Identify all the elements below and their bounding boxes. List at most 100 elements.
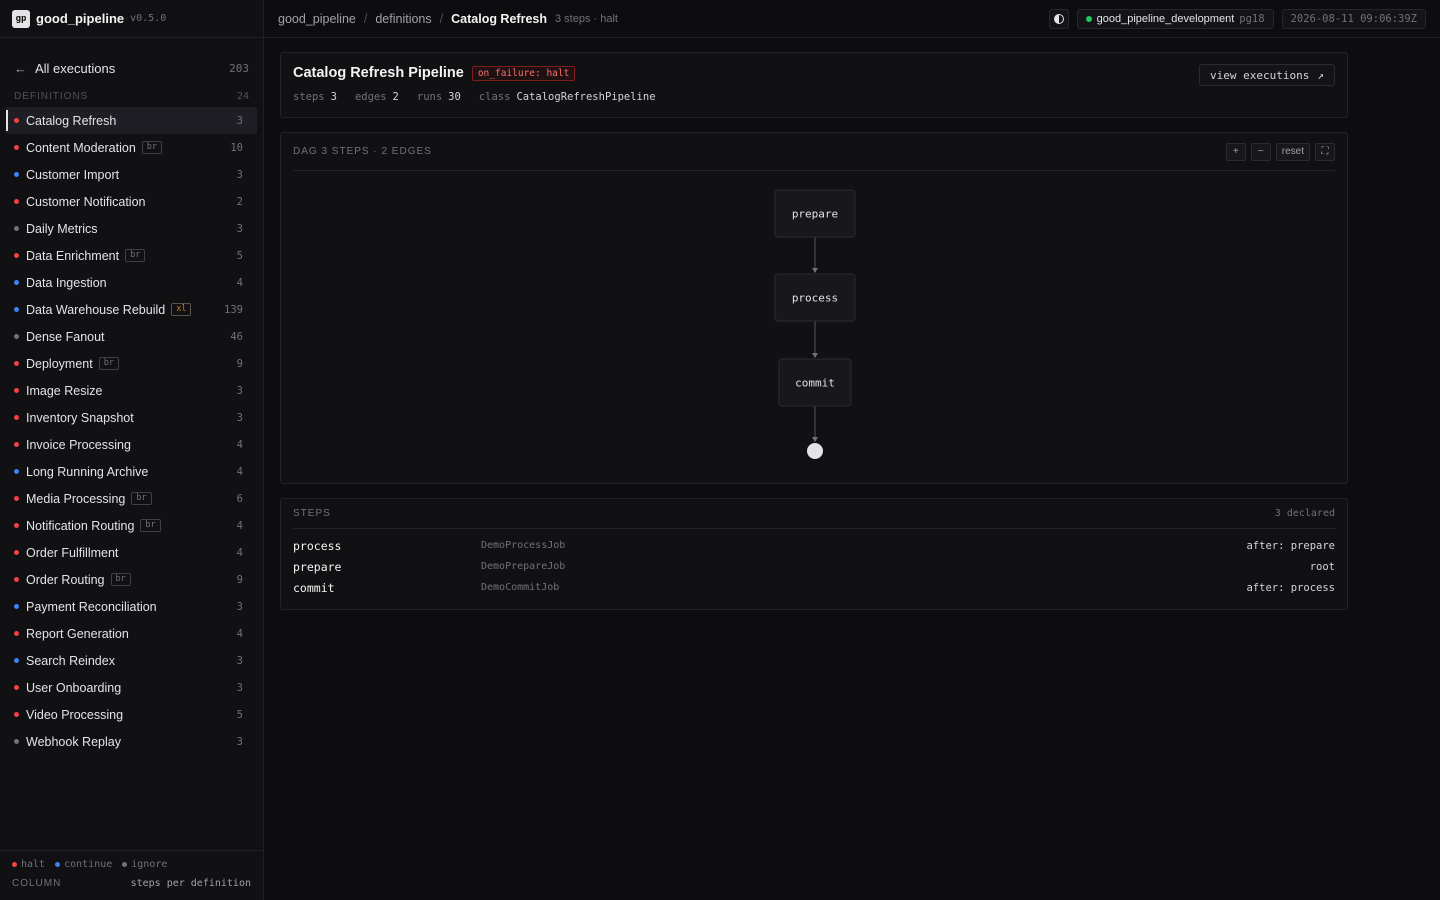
sidebar-item-definition[interactable]: Order Routing br 9 [6, 566, 257, 593]
sidebar-item-definition[interactable]: Data Ingestion 4 [6, 269, 257, 296]
definition-step-count: 4 [236, 276, 243, 289]
sidebar-item-definition[interactable]: Order Fulfillment 4 [6, 539, 257, 566]
definition-step-count: 5 [236, 708, 243, 721]
sidebar-item-definition[interactable]: Long Running Archive 4 [6, 458, 257, 485]
definition-name: Order Fulfillment [26, 545, 119, 560]
definition-tag: br [125, 249, 146, 262]
sidebar-item-definition[interactable]: Deployment br 9 [6, 350, 257, 377]
definition-name: Customer Notification [26, 194, 146, 209]
sidebar-item-definition[interactable]: Daily Metrics 3 [6, 215, 257, 242]
dag-node[interactable]: process [774, 273, 856, 322]
definition-name: Order Routing [26, 572, 105, 587]
steps-declared: 3 declared [1274, 508, 1335, 519]
sidebar-item-definition[interactable]: Notification Routing br 4 [6, 512, 257, 539]
definition-step-count: 3 [236, 114, 243, 127]
sidebar-item-definition[interactable]: Content Moderation br 10 [6, 134, 257, 161]
definition-step-count: 3 [236, 681, 243, 694]
legend-dot-icon [122, 861, 128, 867]
sidebar-item-definition[interactable]: Dense Fanout 46 [6, 323, 257, 350]
policy-dot-icon [14, 199, 19, 204]
environment-selector[interactable]: good_pipeline_development pg18 [1076, 8, 1274, 29]
brand[interactable]: gp good_pipeline v0.5.0 [0, 0, 263, 38]
policy-dot-icon [14, 334, 19, 339]
definition-step-count: 3 [236, 654, 243, 667]
definition-name: Dense Fanout [26, 329, 105, 344]
dag-node-label: commit [795, 377, 835, 390]
app-root: gp good_pipeline v0.5.0 ← All executions… [0, 0, 1440, 900]
sidebar-item-definition[interactable]: Payment Reconciliation 3 [6, 593, 257, 620]
dag-canvas[interactable]: prepare process commit [281, 133, 1347, 483]
breadcrumb-definitions[interactable]: definitions [375, 12, 431, 26]
topbar-right: good_pipeline_development pg18 2026-08-1… [1048, 8, 1426, 29]
policy-dot-icon [14, 739, 19, 744]
theme-toggle-button[interactable] [1048, 8, 1069, 29]
policy-dot-icon [14, 442, 19, 447]
external-link-icon: ↗ [1317, 68, 1324, 82]
sidebar-item-definition[interactable]: Customer Import 3 [6, 161, 257, 188]
policy-dot-icon [14, 496, 19, 501]
sidebar-item-definition[interactable]: Data Enrichment br 5 [6, 242, 257, 269]
sidebar-item-definition[interactable]: Media Processing br 6 [6, 485, 257, 512]
sidebar-item-definition[interactable]: Search Reindex 3 [6, 647, 257, 674]
pipeline-meta-label: class [478, 91, 511, 103]
definition-step-count: 4 [236, 438, 243, 451]
sidebar-item-definition[interactable]: User Onboarding 3 [6, 674, 257, 701]
content: Catalog Refresh Pipeline on_failure: hal… [264, 38, 1440, 610]
sidebar-item-definition[interactable]: Data Warehouse Rebuild xl 139 [6, 296, 257, 323]
definition-step-count: 6 [236, 492, 243, 505]
pipeline-meta-value: 2 [392, 91, 399, 103]
definition-name: Content Moderation [26, 140, 136, 155]
pipeline-meta-item: steps 3 [293, 91, 337, 103]
column-value[interactable]: steps per definition [131, 878, 251, 889]
sidebar-item-definition[interactable]: Invoice Processing 4 [6, 431, 257, 458]
policy-dot-icon [14, 577, 19, 582]
definition-step-count: 4 [236, 519, 243, 532]
step-row[interactable]: process DemoProcessJob after: prepare [293, 535, 1335, 556]
policy-dot-icon [14, 658, 19, 663]
definition-step-count: 46 [230, 330, 243, 343]
all-executions-link[interactable]: ← All executions 203 [0, 53, 263, 83]
step-class: DemoProcessJob [481, 540, 566, 551]
legend-item: continue [55, 859, 112, 870]
policy-dot-icon [14, 307, 19, 312]
definition-step-count: 3 [236, 735, 243, 748]
pipeline-meta-value: CatalogRefreshPipeline [516, 91, 656, 103]
status-dot-icon [1085, 15, 1092, 22]
definition-tag: xl [171, 303, 192, 316]
legend-label: continue [64, 859, 113, 870]
policy-dot-icon [14, 253, 19, 258]
definition-name: Data Warehouse Rebuild [26, 302, 166, 317]
definition-step-count: 10 [230, 141, 243, 154]
definition-step-count: 9 [236, 573, 243, 586]
pipeline-meta-item: class CatalogRefreshPipeline [479, 91, 656, 103]
all-executions-count: 203 [229, 61, 249, 75]
arrow-left-icon: ← [14, 60, 27, 76]
policy-dot-icon [14, 280, 19, 285]
pipeline-meta-value: 30 [448, 91, 461, 103]
sidebar-item-definition[interactable]: Video Processing 5 [6, 701, 257, 728]
definitions-label: DEFINITIONS [14, 90, 89, 102]
sidebar-item-definition[interactable]: Image Resize 3 [6, 377, 257, 404]
definition-name: Catalog Refresh [26, 113, 117, 128]
definition-step-count: 139 [224, 303, 243, 316]
definition-tag: br [98, 357, 119, 370]
sidebar-item-definition[interactable]: Catalog Refresh 3 [6, 107, 257, 134]
definition-step-count: 4 [236, 546, 243, 559]
definition-name: Report Generation [26, 626, 129, 641]
sidebar-item-definition[interactable]: Webhook Replay 3 [6, 728, 257, 755]
main-area: good_pipeline / definitions / Catalog Re… [264, 0, 1440, 900]
sidebar-item-definition[interactable]: Inventory Snapshot 3 [6, 404, 257, 431]
sidebar-item-definition[interactable]: Report Generation 4 [6, 620, 257, 647]
breadcrumb-root[interactable]: good_pipeline [278, 12, 356, 26]
clock: 2026-08-11 09:06:39Z [1281, 8, 1426, 29]
view-executions-button[interactable]: view executions ↗ [1199, 64, 1335, 86]
step-row[interactable]: commit DemoCommitJob after: process [293, 577, 1335, 598]
step-row[interactable]: prepare DemoPrepareJob root [293, 556, 1335, 577]
dag-node[interactable]: prepare [774, 189, 856, 238]
definition-name: Data Enrichment [26, 248, 120, 263]
policy-dot-icon [14, 523, 19, 528]
sidebar-item-definition[interactable]: Customer Notification 2 [6, 188, 257, 215]
pipeline-meta-item: edges 2 [355, 91, 399, 103]
dag-node[interactable]: commit [778, 358, 852, 407]
legend-dot-icon [55, 861, 61, 867]
